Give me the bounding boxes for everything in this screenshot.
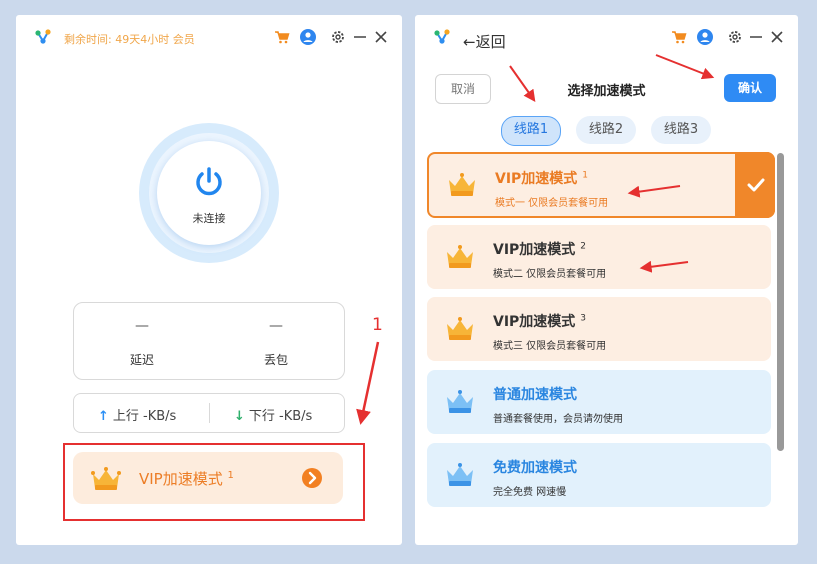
annotation-overlay	[356, 54, 715, 425]
annotation-arrow-5	[639, 260, 689, 273]
annotation-arrow-3	[655, 54, 715, 80]
annotation-arrow-2	[509, 65, 536, 102]
annotation-arrow-1	[356, 341, 380, 425]
annotation-arrow-4	[627, 185, 681, 198]
